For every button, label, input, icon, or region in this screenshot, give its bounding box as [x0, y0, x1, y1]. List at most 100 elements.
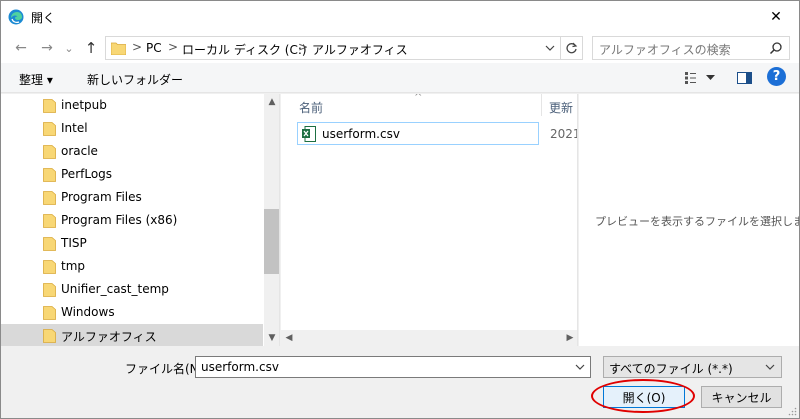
column-header-date[interactable]: 更新: [549, 99, 573, 116]
refresh-icon: [566, 42, 578, 53]
scroll-left-icon[interactable]: ◀: [281, 330, 297, 346]
tree-item-label: Program Files: [61, 190, 142, 204]
filetype-dropdown: [763, 360, 777, 374]
resize-grip-icon[interactable]: [787, 406, 797, 416]
chevron-down-icon: ⌄: [64, 41, 74, 55]
edge-browser-icon: [8, 9, 24, 25]
navigation-pane: inetpub Intel oracle PerfLogs Program Files P…: [1, 94, 280, 346]
scroll-right-icon[interactable]: ▶: [562, 330, 577, 346]
navigation-bar: ← → ⌄ ↑ > PC > ローカル ディスク (C:) > アルファオフィス: [1, 33, 799, 63]
tree-item[interactable]: アルファオフィス: [1, 324, 263, 346]
cancel-button[interactable]: キャンセル: [701, 386, 782, 408]
tree-item-label: Unifier_cast_temp: [61, 282, 169, 296]
search-box[interactable]: アルファオフィスの検索: [592, 36, 790, 60]
address-dropdown[interactable]: [540, 37, 560, 59]
refresh-button[interactable]: [560, 37, 582, 59]
filetype-value: すべてのファイル (*.*): [609, 362, 733, 376]
title-bar: 開く ✕: [1, 1, 799, 33]
up-arrow-icon: ↑: [84, 39, 98, 57]
tree-item[interactable]: Program Files: [1, 186, 263, 209]
breadcrumb-folder[interactable]: アルファオフィス: [312, 41, 408, 58]
help-button[interactable]: ?: [767, 67, 786, 86]
breadcrumb-separator: >: [132, 40, 143, 54]
address-bar[interactable]: > PC > ローカル ディスク (C:) > アルファオフィス: [105, 36, 583, 60]
file-row[interactable]: userform.csv: [297, 122, 539, 145]
breadcrumb-pc[interactable]: PC: [146, 41, 162, 55]
folder-icon: [43, 191, 56, 205]
sort-ascending-icon: ^: [414, 94, 423, 103]
tree-item-label: tmp: [61, 259, 86, 273]
view-options-button[interactable]: [683, 68, 717, 88]
folder-icon: [111, 42, 126, 55]
preview-pane-icon: [736, 72, 752, 84]
details-view-icon: [685, 72, 696, 84]
back-arrow-icon: ←: [15, 40, 27, 56]
close-button[interactable]: ✕: [753, 1, 799, 33]
folder-icon: [43, 329, 56, 343]
highlight-circle: [591, 379, 695, 413]
scroll-down-icon[interactable]: ▼: [264, 330, 279, 346]
tree-item[interactable]: inetpub: [1, 94, 263, 117]
folder-icon: [43, 99, 56, 113]
folder-icon: [43, 260, 56, 274]
command-toolbar: 整理 ▾ 新しいフォルダー ?: [1, 63, 799, 93]
forward-arrow-icon: →: [41, 40, 53, 56]
filetype-select[interactable]: すべてのファイル (*.*): [603, 356, 782, 378]
up-button[interactable]: ↑: [81, 37, 101, 59]
tree-item[interactable]: Program Files (x86): [1, 209, 263, 232]
close-icon: ✕: [770, 9, 782, 25]
open-dialog: 開く ✕ ← → ⌄ ↑ > PC > ローカル ディスク (C:) > アルフ…: [0, 0, 800, 419]
tree-item[interactable]: PerfLogs: [1, 163, 263, 186]
folder-icon: [43, 306, 56, 320]
tree-item[interactable]: tmp: [1, 255, 263, 278]
tree-item[interactable]: Intel: [1, 117, 263, 140]
tree-item-label: アルファオフィス: [61, 330, 157, 344]
window-title: 開く: [31, 11, 56, 25]
folder-icon: [43, 122, 56, 136]
filename-input[interactable]: userform.csv: [195, 356, 591, 378]
column-header-name[interactable]: 名前: [299, 99, 323, 116]
breadcrumb-local-disk[interactable]: ローカル ディスク (C:): [182, 41, 307, 58]
back-button[interactable]: ←: [11, 37, 31, 59]
filename-value: userform.csv: [201, 360, 279, 374]
preview-message: プレビューを表示するファイルを選択します。: [595, 215, 799, 228]
tree-item-label: PerfLogs: [61, 167, 113, 181]
recent-locations-button[interactable]: ⌄: [59, 37, 79, 59]
file-list-scrollbar[interactable]: ◀ ▶: [281, 330, 577, 346]
file-list-pane: ^ 名前 更新 userform.csv 2021/ ◀ ▶: [281, 94, 578, 346]
new-folder-button[interactable]: 新しいフォルダー: [87, 71, 183, 88]
folder-icon: [43, 237, 56, 251]
preview-pane-button[interactable]: [734, 68, 754, 88]
filename-history-dropdown[interactable]: [572, 359, 588, 375]
chevron-down-icon: [545, 45, 555, 51]
folder-icon: [43, 145, 56, 159]
breadcrumb-separator: >: [168, 40, 179, 54]
tree-item-label: oracle: [61, 144, 98, 158]
tree-item[interactable]: TISP: [1, 232, 263, 255]
search-icon: [769, 42, 782, 55]
excel-csv-icon: [302, 126, 316, 142]
tree-item-label: Program Files (x86): [61, 213, 178, 227]
tree-item-label: Intel: [61, 121, 88, 135]
column-divider[interactable]: [541, 94, 542, 116]
folder-icon: [43, 214, 56, 228]
folder-icon: [43, 283, 56, 297]
folder-icon: [43, 168, 56, 182]
tree-item[interactable]: Unifier_cast_temp: [1, 278, 263, 301]
scroll-up-icon[interactable]: ▲: [264, 94, 279, 110]
tree-item[interactable]: oracle: [1, 140, 263, 163]
file-name: userform.csv: [322, 127, 400, 141]
tree-item[interactable]: Windows: [1, 301, 263, 324]
scrollbar-thumb[interactable]: [264, 209, 279, 274]
preview-pane: プレビューを表示するファイルを選択します。: [579, 94, 799, 346]
tree-item-label: Windows: [61, 305, 115, 319]
help-icon: ?: [772, 69, 781, 84]
tree-item-label: TISP: [61, 236, 87, 250]
tree-item-label: inetpub: [61, 98, 107, 112]
chevron-down-icon: [575, 364, 585, 370]
chevron-down-icon: [765, 364, 775, 370]
forward-button[interactable]: →: [37, 37, 57, 59]
file-date: 2021/: [550, 127, 577, 141]
navigation-scrollbar[interactable]: ▲ ▼: [264, 94, 279, 346]
organize-menu[interactable]: 整理 ▾: [19, 71, 53, 88]
